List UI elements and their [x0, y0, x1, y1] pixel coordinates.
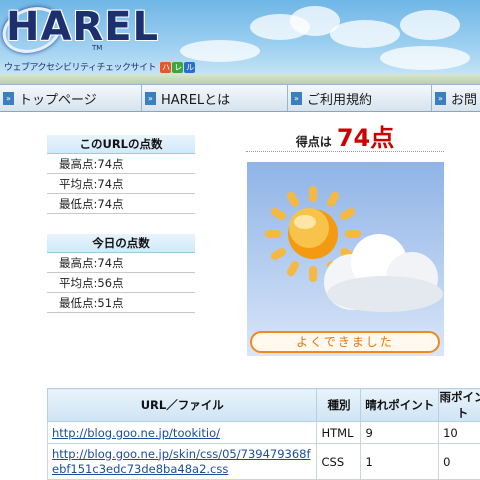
row-url-link[interactable]: http://blog.goo.ne.jp/tookitio/	[52, 426, 220, 440]
nav-label: お問	[451, 92, 478, 108]
today-score-min: 最低点:51点	[47, 293, 195, 313]
table-row: http://blog.goo.ne.jp/skin/css/05/739479…	[46, 443, 480, 480]
nav-terms[interactable]: » ご利用規約	[288, 85, 432, 111]
nav-label: HARELとは	[161, 92, 231, 108]
trademark-mark: TM	[92, 44, 103, 52]
kana-ru: ル	[184, 62, 196, 73]
row-url-link[interactable]: http://blog.goo.ne.jp/skin/css/05/739479…	[52, 447, 311, 476]
score-value: 74点	[336, 124, 395, 152]
col-sun-points: 晴れポイント	[360, 388, 440, 422]
nav-contact[interactable]: » お問	[432, 85, 480, 111]
col-type: 種別	[316, 388, 362, 422]
url-score-max: 最高点:74点	[47, 154, 195, 174]
site-logo[interactable]: HAREL	[6, 4, 159, 50]
score-label: 得点は	[295, 135, 332, 149]
url-score-avg: 平均点:74点	[47, 174, 195, 194]
row-url-cell: http://blog.goo.ne.jp/tookitio/	[46, 421, 318, 444]
kana-ha: ハ	[160, 62, 172, 73]
result-table: URL／ファイル 種別 晴れポイント 雨ポイント http://blog.goo…	[46, 388, 480, 480]
row-type: HTML	[316, 421, 362, 444]
nav-top-page[interactable]: » トップページ	[0, 85, 142, 111]
arrow-right-icon: »	[145, 91, 156, 105]
url-score-title: このURLの点数	[47, 135, 195, 154]
table-header-row: URL／ファイル 種別 晴れポイント 雨ポイント	[46, 388, 480, 422]
tagline-kana: ハ レ ル	[160, 62, 196, 73]
row-rain-points: 0	[438, 443, 480, 480]
nav-about-harel[interactable]: » HARELとは	[142, 85, 288, 111]
result-badge: よくできました	[250, 331, 440, 353]
row-rain-points: 10	[438, 421, 480, 444]
url-score-panel: このURLの点数 最高点:74点 平均点:74点 最低点:74点	[47, 135, 195, 214]
row-type: CSS	[316, 443, 362, 480]
row-sun-points: 1	[360, 443, 440, 480]
nav-label: ご利用規約	[307, 92, 373, 108]
site-header: HAREL TM ウェブアクセシビリティチェックサイト ハ レ ル	[0, 0, 480, 82]
kana-re: レ	[172, 62, 184, 73]
header-decoration	[0, 74, 480, 84]
arrow-right-icon: »	[3, 91, 14, 105]
col-url: URL／ファイル	[46, 388, 318, 422]
weather-illustration: よくできました	[247, 162, 444, 356]
nav-label: トップページ	[19, 92, 97, 108]
today-score-avg: 平均点:56点	[47, 273, 195, 293]
sun-cloud-image	[265, 186, 443, 312]
row-url-cell: http://blog.goo.ne.jp/skin/css/05/739479…	[46, 443, 318, 480]
today-score-panel: 今日の点数 最高点:74点 平均点:56点 最低点:51点	[47, 234, 195, 313]
site-tagline-text: ウェブアクセシビリティチェックサイト	[4, 63, 157, 73]
arrow-right-icon: »	[291, 91, 302, 105]
arrow-right-icon: »	[435, 91, 446, 105]
main-nav: » トップページ » HARELとは » ご利用規約 » お問	[0, 84, 480, 112]
today-score-title: 今日の点数	[47, 234, 195, 253]
table-row: http://blog.goo.ne.jp/tookitio/ HTML 9 1…	[46, 421, 480, 444]
url-score-min: 最低点:74点	[47, 194, 195, 214]
col-rain-points: 雨ポイント	[438, 388, 480, 422]
row-sun-points: 9	[360, 421, 440, 444]
today-score-max: 最高点:74点	[47, 253, 195, 273]
site-tagline: ウェブアクセシビリティチェックサイト ハ レ ル	[4, 60, 196, 73]
cloud-icon	[324, 234, 443, 312]
score-heading: 得点は 74点	[246, 118, 444, 152]
